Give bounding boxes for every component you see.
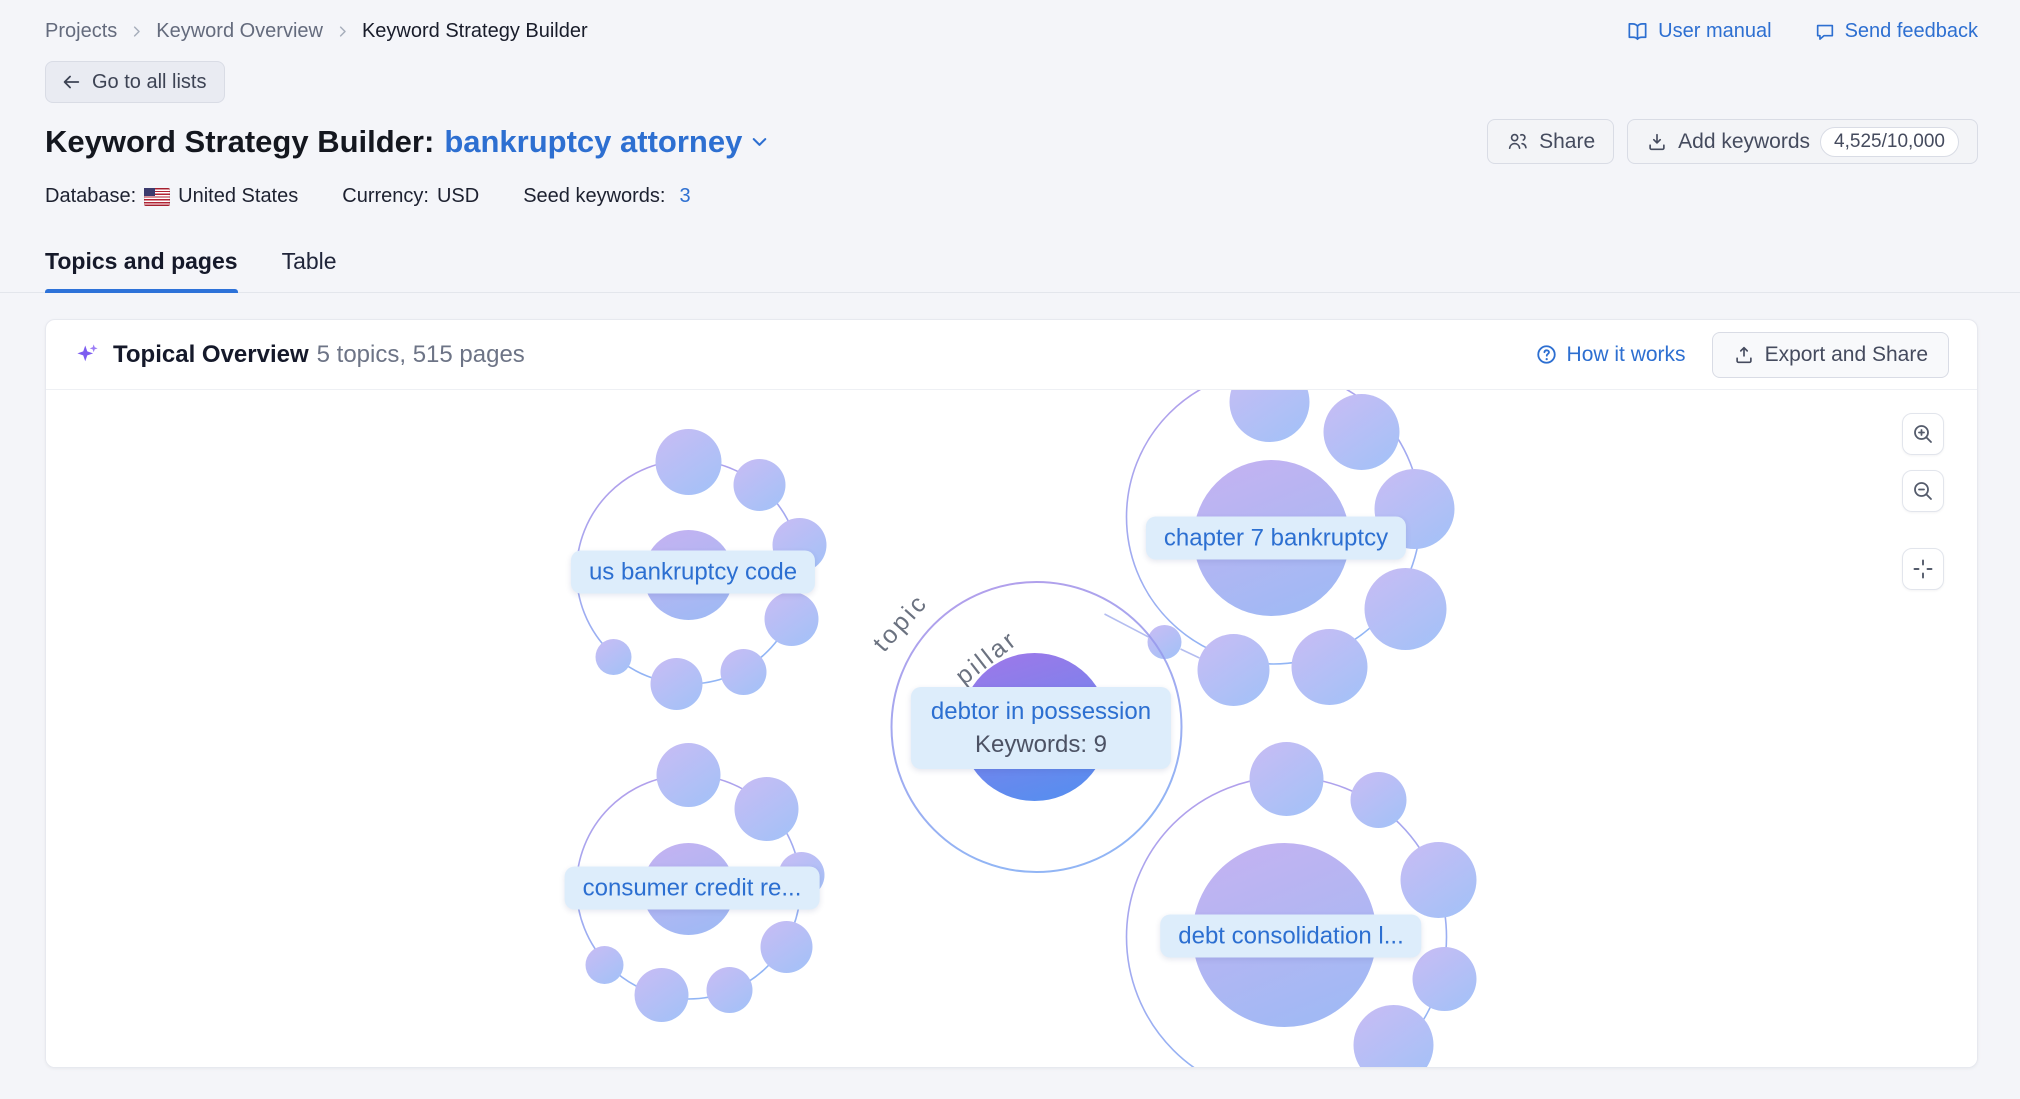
map-zoom-controls <box>1902 413 1944 613</box>
card-title: Topical Overview <box>113 341 309 369</box>
chevron-right-icon <box>129 24 144 39</box>
chevron-down-icon <box>748 130 771 153</box>
keyword-list-name: bankruptcy attorney <box>444 124 742 160</box>
center-view-button[interactable] <box>1902 548 1944 590</box>
add-keywords-label: Add keywords <box>1678 130 1810 154</box>
topical-overview-header: Topical Overview 5 topics, 515 pages How… <box>46 320 1977 390</box>
subtopic-bubble[interactable] <box>735 777 799 841</box>
subtopic-bubble[interactable] <box>1148 625 1182 659</box>
subtopic-bubble[interactable] <box>1413 947 1477 1011</box>
download-icon <box>1646 131 1668 153</box>
export-and-share-label: Export and Share <box>1765 343 1928 367</box>
database-value: United States <box>178 185 298 208</box>
seed-keywords-value[interactable]: 3 <box>679 185 690 208</box>
us-flag-icon <box>144 188 170 206</box>
user-manual-link[interactable]: User manual <box>1626 20 1771 43</box>
connector-line <box>1181 649 1200 658</box>
subtopic-bubble[interactable] <box>1401 842 1477 918</box>
topic-label-debt-consolidation[interactable]: debt consolidation l... <box>1160 915 1421 958</box>
topical-overview-card: Topical Overview 5 topics, 515 pages How… <box>45 319 1978 1068</box>
zoom-out-button[interactable] <box>1902 470 1944 512</box>
database-label: Database: <box>45 185 136 208</box>
breadcrumb-current: Keyword Strategy Builder <box>362 20 588 43</box>
topic-label-consumer-credit[interactable]: consumer credit re... <box>565 867 820 910</box>
subtopic-bubble[interactable] <box>586 946 624 984</box>
breadcrumb: Projects Keyword Overview Keyword Strate… <box>45 20 588 43</box>
seed-keywords-label: Seed keywords: <box>523 185 665 208</box>
subtopic-bubble[interactable] <box>1230 390 1310 442</box>
center-view-icon <box>1911 557 1935 581</box>
subtopic-bubble[interactable] <box>761 921 813 973</box>
subtopic-bubble[interactable] <box>1354 1005 1434 1068</box>
user-manual-label: User manual <box>1658 20 1771 43</box>
currency-value: USD <box>437 185 479 208</box>
add-keywords-button[interactable]: Add keywords 4,525/10,000 <box>1627 119 1978 164</box>
share-label: Share <box>1539 130 1595 154</box>
share-people-icon <box>1506 130 1529 153</box>
book-icon <box>1626 20 1649 43</box>
arrow-left-icon <box>60 71 82 93</box>
subtopic-bubble[interactable] <box>1365 568 1447 650</box>
page-title-prefix: Keyword Strategy Builder: <box>45 124 434 160</box>
meta-row: Database: United States Currency: USD Se… <box>45 185 1978 208</box>
topic-label-debtor-in-possession[interactable]: debtor in possessionKeywords: 9 <box>911 687 1171 769</box>
keywords-quota-badge: 4,525/10,000 <box>1820 127 1959 157</box>
cluster-debt-consolidation <box>1127 742 1477 1068</box>
zoom-in-button[interactable] <box>1902 413 1944 455</box>
how-it-works-link[interactable]: How it works <box>1535 343 1686 367</box>
subtopic-bubble[interactable] <box>721 649 767 695</box>
how-it-works-label: How it works <box>1567 343 1686 367</box>
sparkle-icon <box>74 341 101 368</box>
go-to-all-lists-label: Go to all lists <box>92 71 206 94</box>
topic-label-us-bankruptcy-code[interactable]: us bankruptcy code <box>571 551 815 594</box>
card-summary: 5 topics, 515 pages <box>317 341 525 369</box>
zoom-in-icon <box>1911 422 1935 446</box>
upload-icon <box>1733 344 1755 366</box>
subtopic-bubble[interactable] <box>734 459 786 511</box>
page-title: Keyword Strategy Builder: bankruptcy att… <box>45 124 771 160</box>
keyword-strategy-builder-page: Projects Keyword Overview Keyword Strate… <box>0 0 2020 1099</box>
title-actions: Share Add keywords 4,525/10,000 <box>1487 119 1978 164</box>
tabs-bar: Topics and pages Table <box>0 248 2020 293</box>
send-feedback-label: Send feedback <box>1845 20 1978 43</box>
topic-label-chapter-7-bankruptcy[interactable]: chapter 7 bankruptcy <box>1146 517 1406 560</box>
subtopic-bubble[interactable] <box>1292 629 1368 705</box>
subtopic-bubble[interactable] <box>707 967 753 1013</box>
subtopic-bubble[interactable] <box>651 658 703 710</box>
subtopic-bubble[interactable] <box>596 639 632 675</box>
subtopic-bubble[interactable] <box>1198 634 1270 706</box>
subtopic-bubble[interactable] <box>656 429 722 495</box>
go-to-all-lists-button[interactable]: Go to all lists <box>45 61 225 103</box>
subtopic-bubble[interactable] <box>765 592 819 646</box>
share-button[interactable]: Share <box>1487 119 1614 164</box>
tab-table[interactable]: Table <box>282 248 337 292</box>
subtopic-bubble[interactable] <box>1351 772 1407 828</box>
chat-bubble-icon <box>1814 21 1836 43</box>
breadcrumb-projects[interactable]: Projects <box>45 20 117 43</box>
zoom-out-icon <box>1911 479 1935 503</box>
subtopic-bubble[interactable] <box>635 968 689 1022</box>
topbar: Projects Keyword Overview Keyword Strate… <box>45 20 1978 43</box>
currency-label: Currency: <box>342 185 429 208</box>
title-row: Keyword Strategy Builder: bankruptcy att… <box>45 119 1978 164</box>
subtopic-bubble[interactable] <box>1324 394 1400 470</box>
top-links: User manual Send feedback <box>1626 20 1978 43</box>
connector-line <box>1105 614 1149 637</box>
breadcrumb-keyword-overview[interactable]: Keyword Overview <box>156 20 323 43</box>
topic-map: topicpillarus bankruptcy codechapter 7 b… <box>46 390 1977 1068</box>
question-circle-icon <box>1535 343 1558 366</box>
subtopic-bubble[interactable] <box>657 743 721 807</box>
send-feedback-link[interactable]: Send feedback <box>1814 20 1978 43</box>
tab-topics-and-pages[interactable]: Topics and pages <box>45 248 238 292</box>
chevron-right-icon <box>335 24 350 39</box>
export-and-share-button[interactable]: Export and Share <box>1712 332 1949 378</box>
keyword-list-selector[interactable]: bankruptcy attorney <box>444 124 771 160</box>
subtopic-bubble[interactable] <box>1250 742 1324 816</box>
